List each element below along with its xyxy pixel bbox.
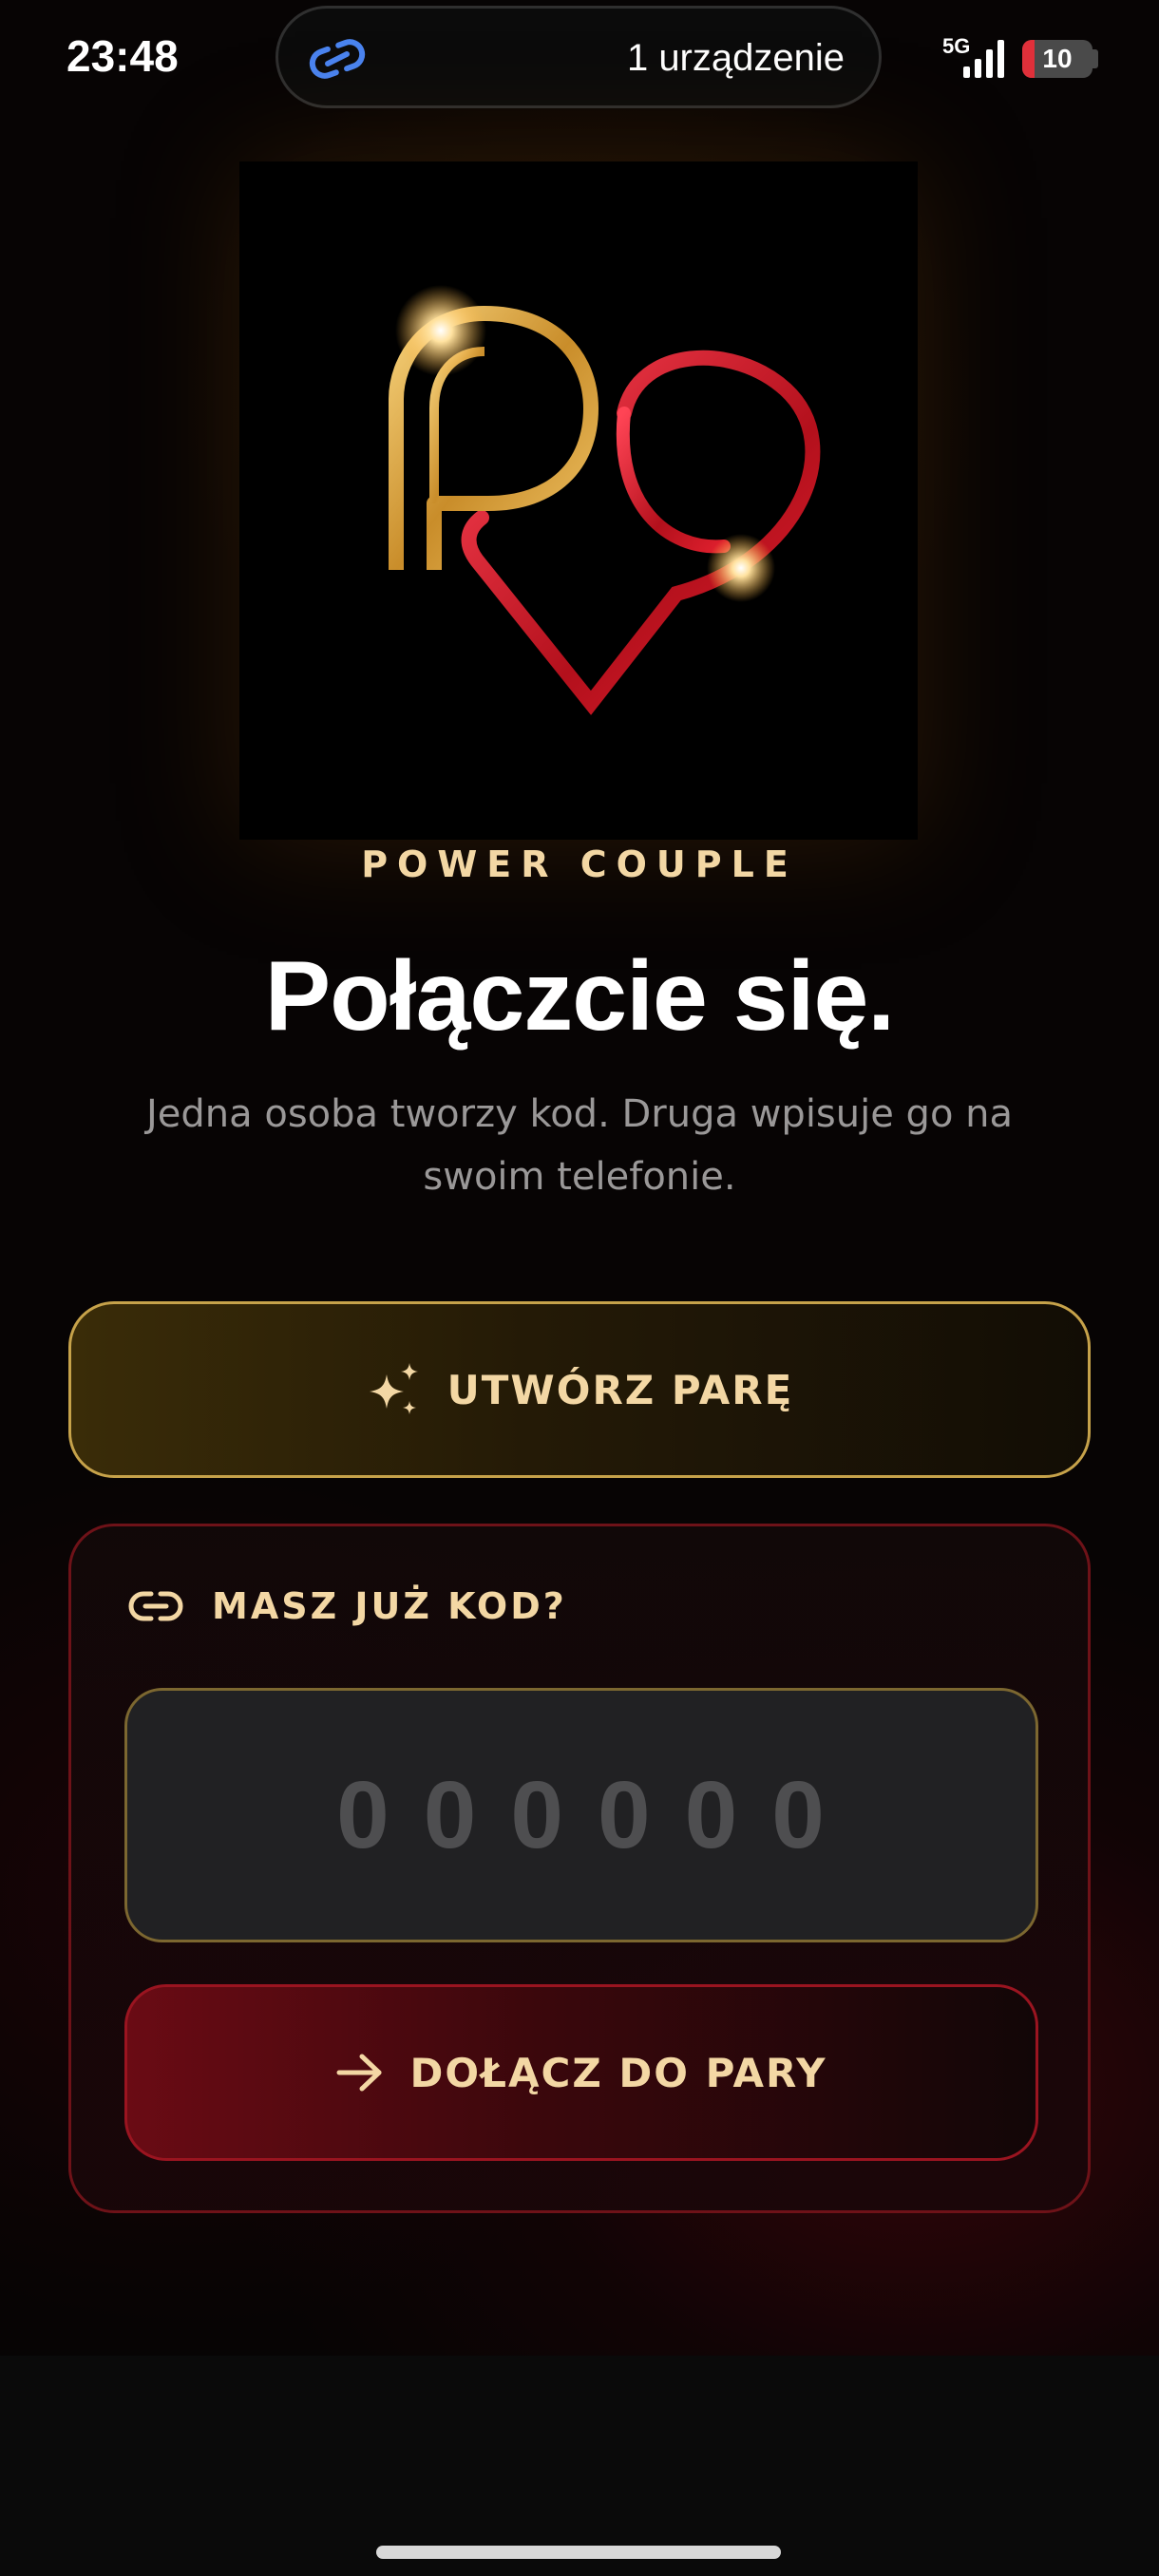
- battery-cap: [1092, 49, 1098, 68]
- join-pair-label: DOŁĄCZ DO PARY: [409, 2049, 827, 2096]
- link-icon: [309, 39, 366, 79]
- status-time: 23:48: [66, 31, 179, 81]
- pc-heart-logo-icon: [389, 285, 821, 715]
- create-pair-label: UTWÓRZ PARĘ: [446, 1366, 794, 1413]
- app-logo: [239, 161, 918, 840]
- battery-icon: 10: [1022, 40, 1092, 78]
- pair-code-input[interactable]: [124, 1688, 1038, 1942]
- bottom-area: [0, 2356, 1159, 2576]
- link-icon: [128, 1591, 183, 1621]
- page-title: Połączcie się.: [264, 941, 895, 1051]
- app-screen: 23:48 1 urządzenie 5G 10 POWER COUPLE Po…: [0, 0, 1159, 2576]
- brand-name: POWER COUPLE: [361, 843, 798, 885]
- island-device-count: 1 urządzenie: [626, 37, 845, 79]
- page-subtitle: Jedna osoba tworzy kod. Druga wpisuje go…: [145, 1092, 1013, 1199]
- dynamic-island[interactable]: 1 urządzenie: [276, 6, 882, 108]
- create-pair-button[interactable]: UTWÓRZ PARĘ: [68, 1301, 1091, 1478]
- battery-percent: 10: [1042, 44, 1073, 73]
- home-indicator[interactable]: [376, 2546, 781, 2559]
- sparkles-icon: [369, 1363, 418, 1414]
- join-pair-card: MASZ JUŻ KOD? DOŁĄCZ DO PARY: [68, 1524, 1091, 2213]
- join-card-header: MASZ JUŻ KOD?: [128, 1585, 567, 1627]
- arrow-right-icon: [336, 2054, 382, 2092]
- signal-icon: [963, 40, 1004, 78]
- join-card-title: MASZ JUŻ KOD?: [212, 1585, 567, 1627]
- join-pair-button[interactable]: DOŁĄCZ DO PARY: [124, 1984, 1038, 2161]
